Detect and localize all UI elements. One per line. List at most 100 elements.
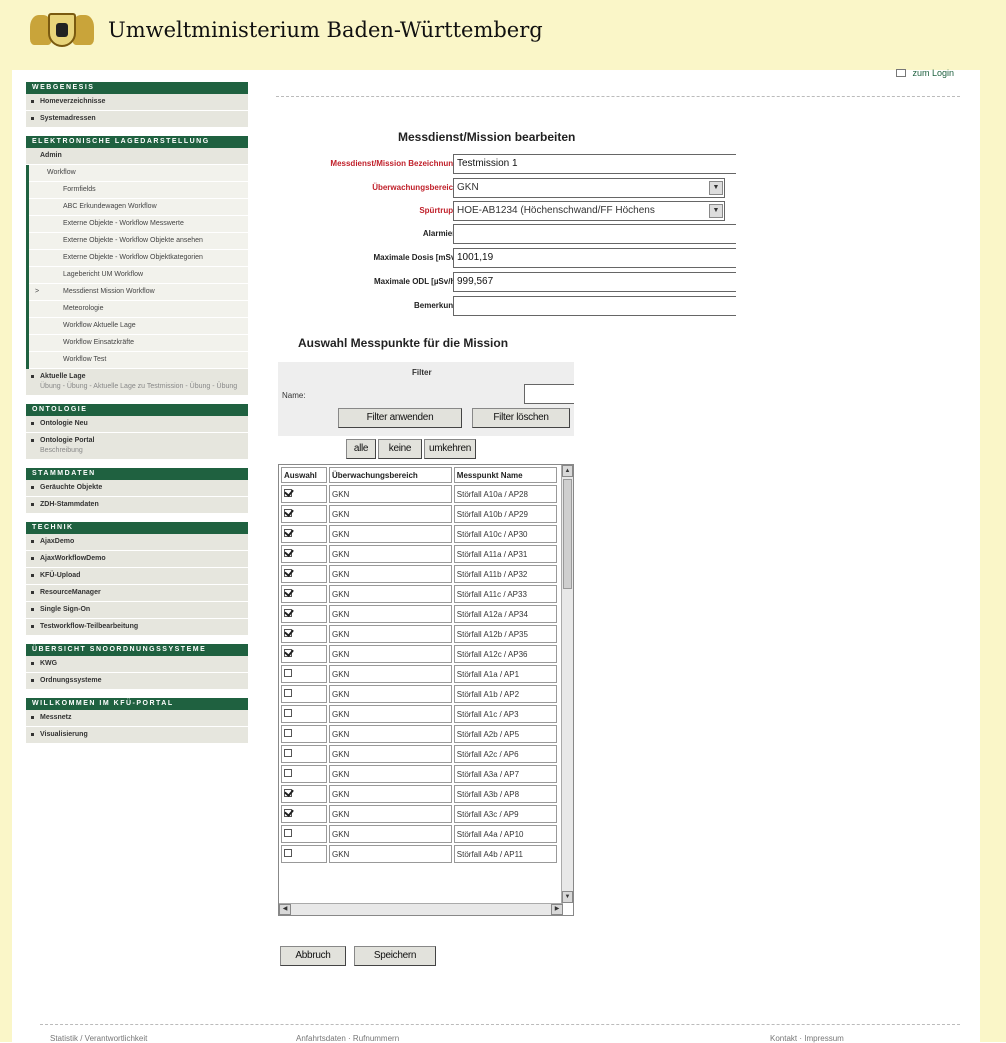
table-row[interactable]: GKN Störfall A12c / AP36 <box>281 645 557 663</box>
row-checkbox[interactable] <box>284 649 292 657</box>
row-area-cell: GKN <box>329 645 452 663</box>
table-row[interactable]: GKN Störfall A10c / AP30 <box>281 525 557 543</box>
sidebar-subitem[interactable]: Workflow Einsatzkräfte <box>29 335 248 352</box>
sidebar-item-admin[interactable]: Admin <box>26 148 248 165</box>
row-checkbox[interactable] <box>284 549 292 557</box>
remark-input[interactable] <box>453 296 736 316</box>
row-area-cell: GKN <box>329 805 452 823</box>
sidebar-item-aktuelle-lage[interactable]: Aktuelle Lage Übung - Übung - Aktuelle L… <box>26 369 248 396</box>
table-row[interactable]: GKN Störfall A11c / AP33 <box>281 585 557 603</box>
sidebar-subitem[interactable]: Workflow <box>29 165 248 182</box>
table-row[interactable]: GKN Störfall A10a / AP28 <box>281 485 557 503</box>
row-checkbox[interactable] <box>284 609 292 617</box>
row-checkbox[interactable] <box>284 769 292 777</box>
row-checkbox[interactable] <box>284 709 292 717</box>
table-row[interactable]: GKN Störfall A3a / AP7 <box>281 765 557 783</box>
row-checkbox[interactable] <box>284 789 292 797</box>
row-checkbox[interactable] <box>284 509 292 517</box>
scroll-left-icon[interactable]: ◀ <box>279 904 291 915</box>
table-row[interactable]: GKN Störfall A3c / AP9 <box>281 805 557 823</box>
table-row[interactable]: GKN Störfall A3b / AP8 <box>281 785 557 803</box>
area-select[interactable]: GKN ▼ <box>453 178 725 198</box>
save-button[interactable]: Speichern <box>354 946 436 966</box>
sidebar-item[interactable]: Messnetz <box>26 710 248 727</box>
cancel-button[interactable]: Abbruch <box>280 946 346 966</box>
sidebar-subitem-active[interactable]: > Messdienst Mission Workflow <box>29 284 248 301</box>
sidebar-item[interactable]: ZDH-Stammdaten <box>26 497 248 514</box>
sidebar-subitem[interactable]: Workflow Aktuelle Lage <box>29 318 248 335</box>
sidebar-item[interactable]: Visualisierung <box>26 727 248 744</box>
table-row[interactable]: GKN Störfall A12b / AP35 <box>281 625 557 643</box>
sidebar-item[interactable]: Ontologie Portal Beschreibung <box>26 433 248 460</box>
scroll-up-icon[interactable]: ▲ <box>562 465 573 477</box>
remark-row: Bemerkung <box>276 296 736 316</box>
scroll-right-icon[interactable]: ▶ <box>551 904 563 915</box>
sidebar-item[interactable]: Testworkflow-Teilbearbeitung <box>26 619 248 636</box>
table-row[interactable]: GKN Störfall A4a / AP10 <box>281 825 557 843</box>
row-checkbox[interactable] <box>284 689 292 697</box>
sidebar-item[interactable]: KWG <box>26 656 248 673</box>
sidebar-item[interactable]: AjaxWorkflowDemo <box>26 551 248 568</box>
sidebar-subitem[interactable]: Lagebericht UM Workflow <box>29 267 248 284</box>
sidebar-subitem[interactable]: Workflow Test <box>29 352 248 369</box>
select-all-button[interactable]: alle <box>346 439 376 459</box>
column-header-selection[interactable]: Auswahl <box>281 467 327 483</box>
row-checkbox[interactable] <box>284 829 292 837</box>
row-checkbox[interactable] <box>284 809 292 817</box>
row-checkbox-cell <box>281 785 327 803</box>
column-header-point-name[interactable]: Messpunkt Name <box>453 467 557 483</box>
sidebar-item[interactable]: AjaxDemo <box>26 534 248 551</box>
sidebar-item[interactable]: ResourceManager <box>26 585 248 602</box>
clear-filter-button[interactable]: Filter löschen <box>472 408 570 428</box>
team-select[interactable]: HOE-AB1234 (Höchenschwand/FF Höchens ▼ <box>453 201 725 221</box>
row-checkbox[interactable] <box>284 569 292 577</box>
table-row[interactable]: GKN Störfall A11a / AP31 <box>281 545 557 563</box>
sidebar-subitem[interactable]: ABC Erkundewagen Workflow <box>29 199 248 216</box>
sidebar-item[interactable]: Single Sign-On <box>26 602 248 619</box>
table-horizontal-scrollbar[interactable]: ◀ ▶ <box>279 903 563 915</box>
sidebar-item[interactable]: Ontologie Neu <box>26 416 248 433</box>
row-checkbox[interactable] <box>284 669 292 677</box>
table-row[interactable]: GKN Störfall A1a / AP1 <box>281 665 557 683</box>
row-checkbox-cell <box>281 605 327 623</box>
sidebar-item[interactable]: Ordnungssysteme <box>26 673 248 690</box>
sidebar-item[interactable]: Homeverzeichnisse <box>26 94 248 111</box>
table-row[interactable]: GKN Störfall A1b / AP2 <box>281 685 557 703</box>
row-checkbox[interactable] <box>284 849 292 857</box>
sidebar-item[interactable]: Geräuchte Objekte <box>26 480 248 497</box>
sidebar-subitem[interactable]: Externe Objekte - Workflow Messwerte <box>29 216 248 233</box>
select-none-button[interactable]: keine <box>378 439 422 459</box>
table-row[interactable]: GKN Störfall A12a / AP34 <box>281 605 557 623</box>
row-checkbox[interactable] <box>284 749 292 757</box>
sidebar-subitem[interactable]: Meteorologie <box>29 301 248 318</box>
table-vertical-scrollbar[interactable]: ▲ ▼ <box>561 465 573 903</box>
login-link[interactable]: zum Login <box>896 68 954 78</box>
scroll-down-icon[interactable]: ▼ <box>562 891 573 903</box>
sidebar-item[interactable]: Systemadressen <box>26 111 248 128</box>
sidebar-subitem[interactable]: Externe Objekte - Workflow Objekte anseh… <box>29 233 248 250</box>
site-title: Umweltministerium Baden-Württemberg <box>108 18 543 42</box>
table-row[interactable]: GKN Störfall A10b / AP29 <box>281 505 557 523</box>
row-checkbox[interactable] <box>284 529 292 537</box>
row-checkbox[interactable] <box>284 489 292 497</box>
row-checkbox[interactable] <box>284 589 292 597</box>
max-dose-input[interactable]: 1001,19 <box>453 248 736 268</box>
sidebar-subitem[interactable]: Externe Objekte - Workflow Objektkategor… <box>29 250 248 267</box>
table-row[interactable]: GKN Störfall A1c / AP3 <box>281 705 557 723</box>
invert-selection-button[interactable]: umkehren <box>424 439 476 459</box>
row-checkbox[interactable] <box>284 729 292 737</box>
scroll-thumb[interactable] <box>563 479 572 589</box>
alarm-input[interactable] <box>453 224 736 244</box>
column-header-area[interactable]: Überwachungsbereich <box>329 467 452 483</box>
table-row[interactable]: GKN Störfall A4b / AP11 <box>281 845 557 863</box>
filter-name-input[interactable] <box>524 384 574 404</box>
sidebar-subitem[interactable]: Formfields <box>29 182 248 199</box>
row-checkbox[interactable] <box>284 629 292 637</box>
table-row[interactable]: GKN Störfall A11b / AP32 <box>281 565 557 583</box>
table-row[interactable]: GKN Störfall A2c / AP6 <box>281 745 557 763</box>
table-row[interactable]: GKN Störfall A2b / AP5 <box>281 725 557 743</box>
max-odl-input[interactable]: 999,567 <box>453 272 736 292</box>
mission-name-input[interactable]: Testmission 1 <box>453 154 736 174</box>
sidebar-item[interactable]: KFÜ-Upload <box>26 568 248 585</box>
apply-filter-button[interactable]: Filter anwenden <box>338 408 462 428</box>
